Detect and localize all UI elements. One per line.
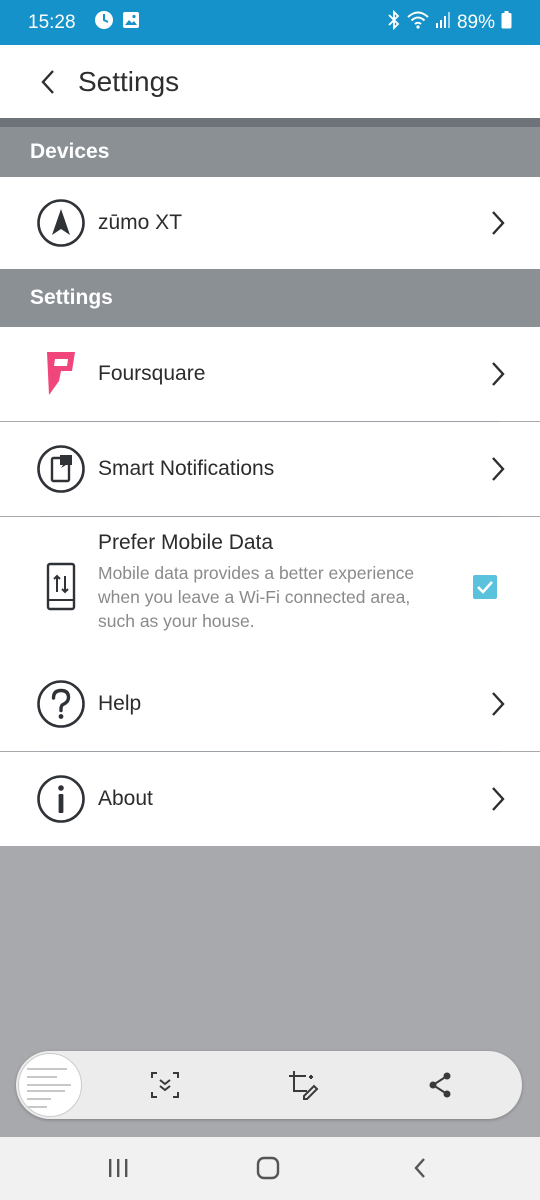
info-icon (36, 774, 86, 824)
wifi-icon (407, 11, 429, 35)
chevron-right-icon (492, 692, 505, 716)
chevron-right-icon (492, 787, 505, 811)
signal-icon (435, 11, 451, 35)
battery-icon (501, 10, 512, 35)
app-bar: Settings (0, 45, 540, 118)
top-divider-strip (0, 118, 540, 127)
navigation-arrow-icon (36, 198, 86, 248)
settings-label-about: About (98, 787, 153, 810)
settings-row-prefer-mobile-data[interactable]: Prefer Mobile Data Mobile data provides … (0, 517, 540, 657)
chevron-right-icon (492, 457, 505, 481)
chevron-left-icon (41, 69, 54, 94)
page-title: Settings (78, 65, 180, 97)
settings-label-help: Help (98, 692, 142, 715)
settings-label-smart-notifications: Smart Notifications (98, 457, 275, 480)
back-button[interactable] (28, 62, 68, 102)
screenshot-thumbnail[interactable] (18, 1053, 82, 1117)
status-bar: 15:28 89% (0, 0, 540, 45)
bluetooth-icon (387, 9, 401, 36)
crop-edit-button[interactable] (284, 1066, 322, 1104)
recents-button[interactable] (98, 1153, 138, 1183)
section-title-settings: Settings (30, 286, 113, 309)
section-header-devices: Devices (0, 127, 540, 177)
chevron-right-icon (492, 362, 505, 386)
device-row-zumo[interactable]: zūmo XT (0, 177, 540, 269)
mobile-data-icon (36, 562, 86, 612)
chevron-right-icon (492, 211, 505, 235)
recents-icon (109, 1159, 128, 1177)
settings-label-prefer-mobile-data: Prefer Mobile Data (98, 531, 274, 554)
smart-notification-icon (36, 444, 86, 494)
back-icon (414, 1158, 425, 1178)
nav-back-button[interactable] (400, 1153, 440, 1183)
section-title-devices: Devices (30, 140, 110, 163)
checkmark-icon (477, 581, 493, 594)
home-icon (256, 1156, 280, 1180)
status-time: 15:28 (28, 11, 76, 33)
settings-label-foursquare: Foursquare (98, 362, 206, 385)
gallery-icon (122, 11, 140, 35)
clock-icon (94, 10, 114, 36)
home-button[interactable] (248, 1153, 288, 1183)
settings-row-foursquare[interactable]: Foursquare (0, 327, 540, 421)
prefer-mobile-data-description: Mobile data provides a better experience… (98, 563, 415, 631)
screenshot-toolbar (16, 1051, 522, 1119)
scroll-capture-icon (151, 1072, 179, 1098)
system-nav-bar (0, 1137, 540, 1200)
foursquare-icon (36, 349, 86, 399)
settings-row-smart-notifications[interactable]: Smart Notifications (0, 422, 540, 516)
share-button[interactable] (421, 1066, 459, 1104)
help-icon (36, 679, 86, 729)
prefer-mobile-data-text: Prefer Mobile Data Mobile data provides … (98, 531, 448, 633)
battery-percent: 89% (456, 11, 495, 33)
share-icon (429, 1072, 451, 1098)
section-header-settings: Settings (0, 269, 540, 327)
device-name: zūmo XT (98, 211, 183, 234)
scroll-capture-button[interactable] (146, 1066, 184, 1104)
settings-row-about[interactable]: About (0, 752, 540, 846)
settings-row-help[interactable]: Help (0, 657, 540, 751)
crop-edit-icon (289, 1071, 319, 1100)
prefer-mobile-data-checkbox[interactable] (473, 575, 497, 599)
